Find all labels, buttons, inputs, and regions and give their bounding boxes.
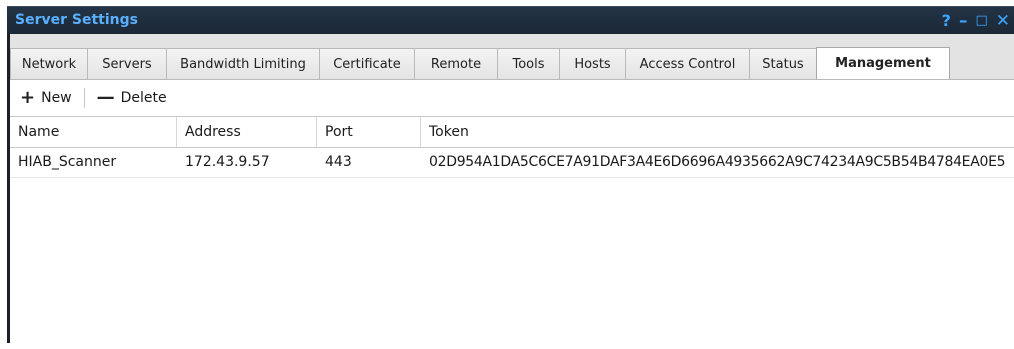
cell-address: 172.43.9.57 bbox=[185, 154, 270, 170]
title-bar[interactable]: Server Settings ? – □ ✕ bbox=[7, 6, 1014, 34]
column-header-port[interactable]: Port bbox=[317, 117, 421, 147]
tab-network[interactable]: Network bbox=[10, 48, 88, 79]
table-row[interactable]: HIAB_Scanner 172.43.9.57 443 02D954A1DA5… bbox=[10, 148, 1014, 178]
tab-management[interactable]: Management bbox=[816, 47, 950, 79]
table-body: HIAB_Scanner 172.43.9.57 443 02D954A1DA5… bbox=[10, 148, 1014, 349]
help-icon[interactable]: ? bbox=[942, 11, 951, 31]
column-header-address[interactable]: Address bbox=[177, 117, 317, 147]
tab-hosts[interactable]: Hosts bbox=[559, 48, 626, 79]
new-button[interactable]: + New bbox=[10, 85, 82, 111]
tab-bar: Network Servers Bandwidth Limiting Certi… bbox=[10, 34, 1014, 80]
delete-button-label: Delete bbox=[120, 90, 167, 106]
tab-list: Network Servers Bandwidth Limiting Certi… bbox=[10, 47, 950, 80]
cell-token: 02D954A1DA5C6CE7A91DAF3A4E6D6696A4935662… bbox=[429, 154, 1006, 170]
column-header-token[interactable]: Token bbox=[421, 117, 1014, 147]
new-button-label: New bbox=[41, 90, 72, 106]
minus-icon: — bbox=[96, 87, 115, 108]
close-icon[interactable]: ✕ bbox=[996, 11, 1010, 31]
tab-status[interactable]: Status bbox=[749, 48, 817, 79]
maximize-icon[interactable]: □ bbox=[975, 11, 987, 31]
tab-bandwidth-limiting[interactable]: Bandwidth Limiting bbox=[166, 48, 320, 79]
column-header-name[interactable]: Name bbox=[10, 117, 177, 147]
tab-servers[interactable]: Servers bbox=[87, 48, 167, 79]
table-header: Name Address Port Token bbox=[10, 117, 1014, 148]
window-title: Server Settings bbox=[15, 12, 138, 28]
window-controls: ? – □ ✕ bbox=[942, 9, 1010, 33]
cell-port: 443 bbox=[325, 154, 352, 170]
tab-remote[interactable]: Remote bbox=[414, 48, 498, 79]
server-settings-window: Server Settings ? – □ ✕ Network Servers … bbox=[7, 6, 1014, 349]
toolbar-separator bbox=[83, 88, 85, 108]
tab-access-control[interactable]: Access Control bbox=[625, 48, 750, 79]
tab-tools[interactable]: Tools bbox=[497, 48, 560, 79]
delete-button[interactable]: — Delete bbox=[87, 85, 177, 111]
cell-name: HIAB_Scanner bbox=[18, 154, 117, 170]
plus-icon: + bbox=[20, 87, 36, 108]
minimize-icon[interactable]: – bbox=[959, 11, 968, 31]
toolbar: + New — Delete bbox=[10, 80, 1014, 117]
tab-certificate[interactable]: Certificate bbox=[319, 48, 415, 79]
